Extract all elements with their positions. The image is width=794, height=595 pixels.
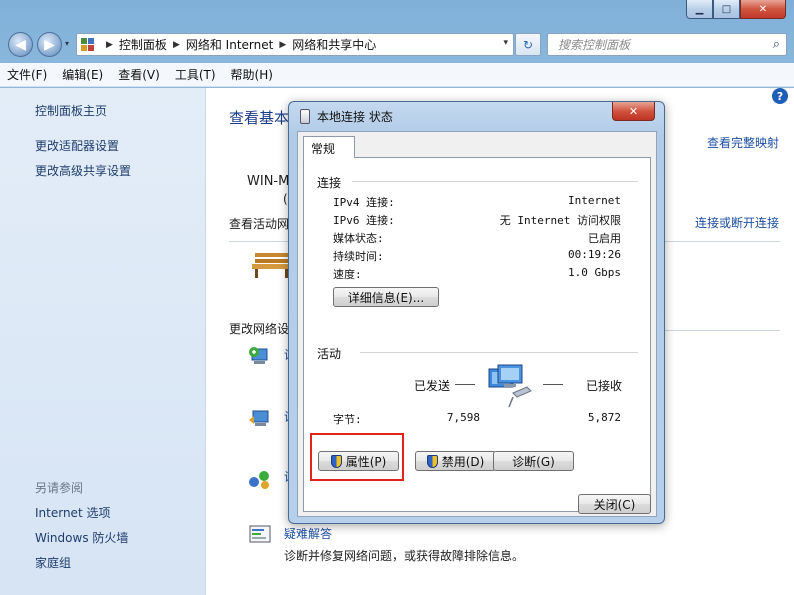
disable-button[interactable]: 禁用(D): [415, 451, 496, 471]
troubleshoot-description: 诊断并修复网络问题，或获得故障排除信息。: [284, 549, 525, 563]
address-bar[interactable]: ▶ 控制面板 ▶ 网络和 Internet ▶ 网络和共享中心 ▾: [76, 33, 514, 56]
link-internet-options[interactable]: Internet 选项: [35, 504, 110, 521]
close-button[interactable]: ✕: [740, 0, 786, 19]
left-task-pane: 控制面板主页 更改适配器设置 更改高级共享设置 另请参阅 Internet 选项…: [0, 88, 206, 595]
search-placeholder: 搜索控制面板: [558, 38, 631, 52]
dialog-close-button[interactable]: ✕: [612, 102, 655, 121]
received-label: 已接收: [586, 379, 623, 393]
link-change-adapter-settings[interactable]: 更改适配器设置: [35, 137, 119, 154]
menu-bar: 文件(F) 编辑(E) 查看(V) 工具(T) 帮助(H): [0, 63, 794, 87]
network-adapter-icon: [300, 109, 310, 124]
bytes-label: 字节:: [333, 413, 362, 426]
divider: [665, 330, 780, 331]
properties-button-label: 属性(P): [345, 454, 387, 469]
duration-value: 00:19:26: [568, 248, 621, 261]
help-icon[interactable]: ?: [772, 88, 788, 104]
connection-status-dialog: 本地连接 状态 ✕ 常规 连接 IPv4 连接: Internet IPv6 连…: [288, 101, 665, 524]
dialog-close-button-bottom[interactable]: 关闭(C): [578, 494, 651, 514]
ipv4-value: Internet: [568, 194, 621, 207]
properties-button[interactable]: 属性(P): [318, 451, 399, 471]
maximize-button[interactable]: □: [713, 0, 740, 19]
speed-label: 速度:: [333, 268, 362, 281]
control-panel-icon: [81, 38, 94, 51]
bytes-sent-value: 7,598: [446, 411, 480, 424]
ipv4-label: IPv4 连接:: [333, 196, 395, 209]
link-connect-disconnect[interactable]: 连接或断开连接: [695, 214, 779, 231]
activity-section-label: 活动: [317, 347, 342, 361]
received-line: [543, 384, 563, 385]
ipv6-value: 无 Internet 访问权限: [499, 214, 621, 227]
divider: [352, 181, 638, 182]
divider: [665, 241, 780, 242]
link-control-panel-home[interactable]: 控制面板主页: [35, 102, 107, 119]
bytes-received-value: 5,872: [587, 411, 621, 424]
troubleshoot-icon: [249, 525, 271, 543]
media-state-value: 已启用: [588, 232, 621, 245]
search-input[interactable]: 搜索控制面板 ⌕: [547, 33, 787, 56]
menu-view[interactable]: 查看(V): [118, 66, 160, 83]
page-title: 查看基本: [229, 109, 290, 127]
speed-value: 1.0 Gbps: [568, 266, 621, 279]
menu-tools[interactable]: 工具(T): [175, 66, 216, 83]
address-dropdown-icon[interactable]: ▾: [503, 38, 508, 48]
homegroup-sharing-icon: [249, 471, 269, 489]
active-networks-heading: 查看活动网: [229, 217, 290, 231]
duration-label: 持续时间:: [333, 250, 384, 263]
public-network-bench-icon: [252, 253, 290, 278]
dialog-body: 常规 连接 IPv4 连接: Internet IPv6 连接: 无 Inter…: [297, 131, 657, 517]
minimize-button[interactable]: ▁: [686, 0, 713, 19]
navigation-bar: ◀ ▶ ▾ ▶ 控制面板 ▶ 网络和 Internet ▶ 网络和共享中心 ▾ …: [0, 28, 794, 60]
see-also-heading: 另请参阅: [35, 481, 84, 495]
ipv6-label: IPv6 连接:: [333, 214, 395, 227]
connection-section-label: 连接: [317, 176, 342, 190]
menu-help[interactable]: 帮助(H): [231, 66, 273, 83]
menu-edit[interactable]: 编辑(E): [62, 66, 103, 83]
sent-line: [455, 384, 475, 385]
link-view-full-map[interactable]: 查看完整映射: [707, 134, 779, 151]
uac-shield-icon: [426, 454, 438, 468]
link-change-advanced-sharing[interactable]: 更改高级共享设置: [35, 162, 131, 179]
dialog-title: 本地连接 状态: [317, 110, 393, 124]
details-button[interactable]: 详细信息(E)...: [333, 287, 439, 307]
connect-network-icon: [249, 410, 269, 426]
recent-pages-icon[interactable]: ▾: [65, 39, 69, 48]
uac-shield-icon: [330, 454, 342, 468]
tab-general[interactable]: 常规: [303, 136, 355, 158]
breadcrumb-separator-icon[interactable]: ▶: [279, 40, 286, 50]
back-button[interactable]: ◀: [8, 32, 33, 57]
menu-file[interactable]: 文件(F): [7, 66, 47, 83]
disable-button-label: 禁用(D): [441, 454, 485, 469]
window-caption-buttons: ▁ □ ✕: [686, 0, 786, 19]
diagnose-button[interactable]: 诊断(G): [493, 451, 574, 471]
forward-button[interactable]: ▶: [37, 32, 62, 57]
divider: [360, 352, 638, 353]
breadcrumb-control-panel[interactable]: 控制面板: [119, 36, 167, 53]
sent-label: 已发送: [414, 379, 451, 393]
change-network-settings-heading: 更改网络设: [229, 322, 290, 336]
link-troubleshoot[interactable]: 疑难解答: [284, 525, 332, 542]
breadcrumb-network-internet[interactable]: 网络和 Internet: [186, 36, 273, 53]
divider: [229, 241, 289, 242]
tab-page-general: 连接 IPv4 连接: Internet IPv6 连接: 无 Internet…: [303, 157, 651, 512]
new-connection-icon: [249, 347, 268, 364]
media-state-label: 媒体状态:: [333, 232, 384, 245]
breadcrumb-network-sharing-center[interactable]: 网络和共享中心: [292, 36, 376, 53]
link-windows-firewall[interactable]: Windows 防火墙: [35, 529, 128, 546]
breadcrumb-separator-icon[interactable]: ▶: [173, 40, 180, 50]
network-activity-icon: [488, 364, 532, 408]
computer-name: WIN-M: [247, 174, 290, 189]
search-icon[interactable]: ⌕: [773, 37, 780, 52]
link-homegroup[interactable]: 家庭组: [35, 554, 71, 571]
refresh-button[interactable]: ↻: [515, 33, 541, 56]
breadcrumb-separator-icon[interactable]: ▶: [106, 40, 113, 50]
